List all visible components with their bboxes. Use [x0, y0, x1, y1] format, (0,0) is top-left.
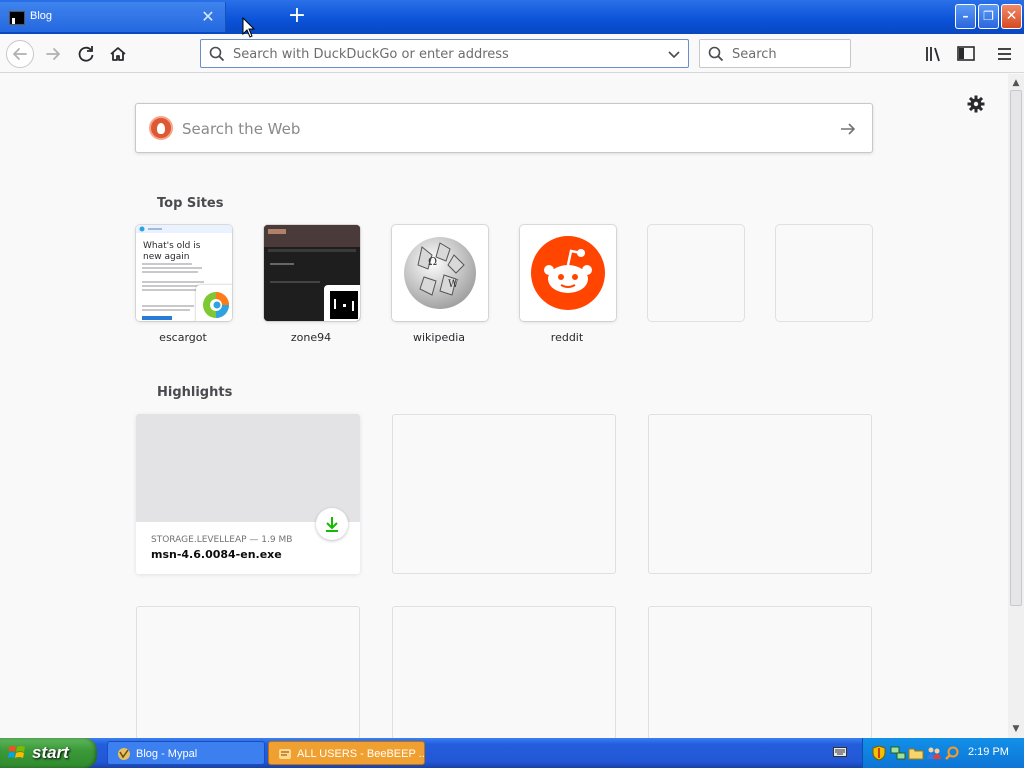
highlights-heading: Highlights [157, 385, 233, 400]
taskbar-item-label: ALL USERS - BeeBEEP ... [297, 748, 425, 760]
escargot-badge [196, 285, 232, 321]
zone94-badge [324, 285, 360, 321]
clock: 2:19 PM [968, 746, 1009, 758]
highlight-title: msn-4.6.0084-en.exe [151, 548, 282, 561]
close-window-button[interactable]: ✕ [1001, 4, 1022, 29]
sidebar-icon [957, 46, 975, 61]
escargot-logo-icon [203, 292, 229, 318]
taskbar-item-mypal[interactable]: Blog - Mypal [107, 741, 265, 765]
highlight-card[interactable]: STORAGE.LEVELLEAP — 1.9 MB msn-4.6.0084-… [136, 414, 360, 574]
top-sites-heading: Top Sites [157, 196, 224, 211]
minimize-button[interactable]: – [955, 4, 976, 29]
top-site-empty[interactable] [776, 225, 872, 321]
windows-logo-icon [8, 746, 25, 758]
search-bar[interactable] [699, 39, 851, 68]
wikipedia-logo-icon: Ω W [404, 237, 476, 309]
menu-button[interactable] [993, 42, 1017, 66]
system-tray: 2:19 PM [862, 738, 1024, 768]
web-search-box[interactable] [135, 103, 873, 153]
top-site-escargot[interactable]: What's old is new again [136, 225, 232, 321]
vertical-scrollbar[interactable]: ▲ ▼ [1008, 74, 1024, 738]
highlight-placeholder [648, 414, 872, 574]
zone94-logo-icon [330, 291, 358, 319]
highlight-placeholder [392, 606, 616, 738]
taskbar-item-label: Blog - Mypal [136, 748, 198, 760]
highlight-placeholder [648, 606, 872, 738]
users-icon[interactable] [926, 745, 942, 761]
tab-favicon-icon [9, 11, 25, 25]
taskbar-item-beebeep[interactable]: ALL USERS - BeeBEEP ... [268, 741, 425, 765]
hamburger-menu-icon [998, 48, 1011, 60]
svg-text:Ω: Ω [428, 255, 437, 268]
newtab-page: Top Sites What's old is new again [0, 74, 1008, 738]
keyboard-icon[interactable] [833, 746, 847, 758]
settings-button[interactable] [966, 94, 986, 114]
sidebar-button[interactable] [954, 42, 978, 66]
svg-text:W: W [448, 279, 459, 290]
start-button[interactable]: start [0, 738, 97, 768]
tab-title: Blog [30, 10, 53, 22]
tab-close-icon[interactable]: ✕ [200, 8, 216, 26]
reload-icon [78, 46, 94, 62]
security-shield-icon[interactable] [871, 745, 887, 761]
taskbar: start Blog - Mypal ALL USERS - BeeBEEP .… [0, 738, 1024, 768]
library-button[interactable] [922, 42, 946, 66]
forward-button[interactable] [40, 40, 68, 68]
search-icon [708, 46, 724, 62]
highlight-source: STORAGE.LEVELLEAP — 1.9 MB [151, 535, 293, 545]
back-arrow-icon [13, 48, 27, 60]
scroll-thumb[interactable] [1010, 90, 1022, 606]
top-site-label: escargot [159, 331, 207, 344]
gear-icon [967, 95, 985, 113]
scroll-up-icon[interactable]: ▲ [1009, 76, 1023, 90]
top-site-label: wikipedia [412, 331, 465, 344]
back-button[interactable] [6, 40, 34, 68]
home-button[interactable] [104, 40, 132, 68]
top-site-label: reddit [550, 331, 584, 344]
duckduckgo-logo-icon [149, 116, 173, 140]
web-search-input[interactable] [182, 118, 802, 140]
escargot-preview-text: What's old is new again [143, 241, 201, 262]
arrow-right-icon[interactable] [838, 119, 858, 139]
new-tab-button[interactable]: + [286, 5, 308, 27]
search-icon [209, 46, 225, 62]
url-bar[interactable] [200, 39, 689, 68]
download-icon [326, 517, 338, 532]
nav-toolbar [0, 34, 1024, 73]
magnifier-icon[interactable] [944, 745, 960, 761]
forward-arrow-icon [46, 48, 60, 60]
top-site-reddit[interactable] [520, 225, 616, 321]
mypal-icon [118, 748, 130, 760]
home-icon [110, 47, 126, 61]
top-site-wikipedia[interactable]: Ω W [392, 225, 488, 321]
url-input[interactable] [233, 44, 653, 64]
chevron-down-icon[interactable] [666, 46, 682, 62]
top-site-empty[interactable] [648, 225, 744, 321]
search-input[interactable] [732, 44, 842, 64]
folder-sync-icon[interactable] [908, 745, 924, 761]
scroll-down-icon[interactable]: ▼ [1009, 722, 1023, 736]
highlight-placeholder [136, 606, 360, 738]
highlight-preview [136, 414, 360, 522]
beebeep-icon [279, 749, 291, 759]
library-icon [926, 47, 940, 62]
reload-button[interactable] [72, 40, 100, 68]
tab-blog[interactable]: Blog ✕ [0, 2, 226, 32]
title-bar: Blog ✕ + – ❐ ✕ [0, 0, 1024, 34]
download-badge [316, 508, 348, 540]
restore-button[interactable]: ❐ [978, 4, 999, 29]
start-label: start [32, 743, 69, 762]
highlight-placeholder [392, 414, 616, 574]
top-site-label: zone94 [290, 331, 332, 344]
network-icon[interactable] [890, 745, 906, 761]
top-site-zone94[interactable] [264, 225, 360, 321]
reddit-logo-icon [531, 236, 605, 310]
